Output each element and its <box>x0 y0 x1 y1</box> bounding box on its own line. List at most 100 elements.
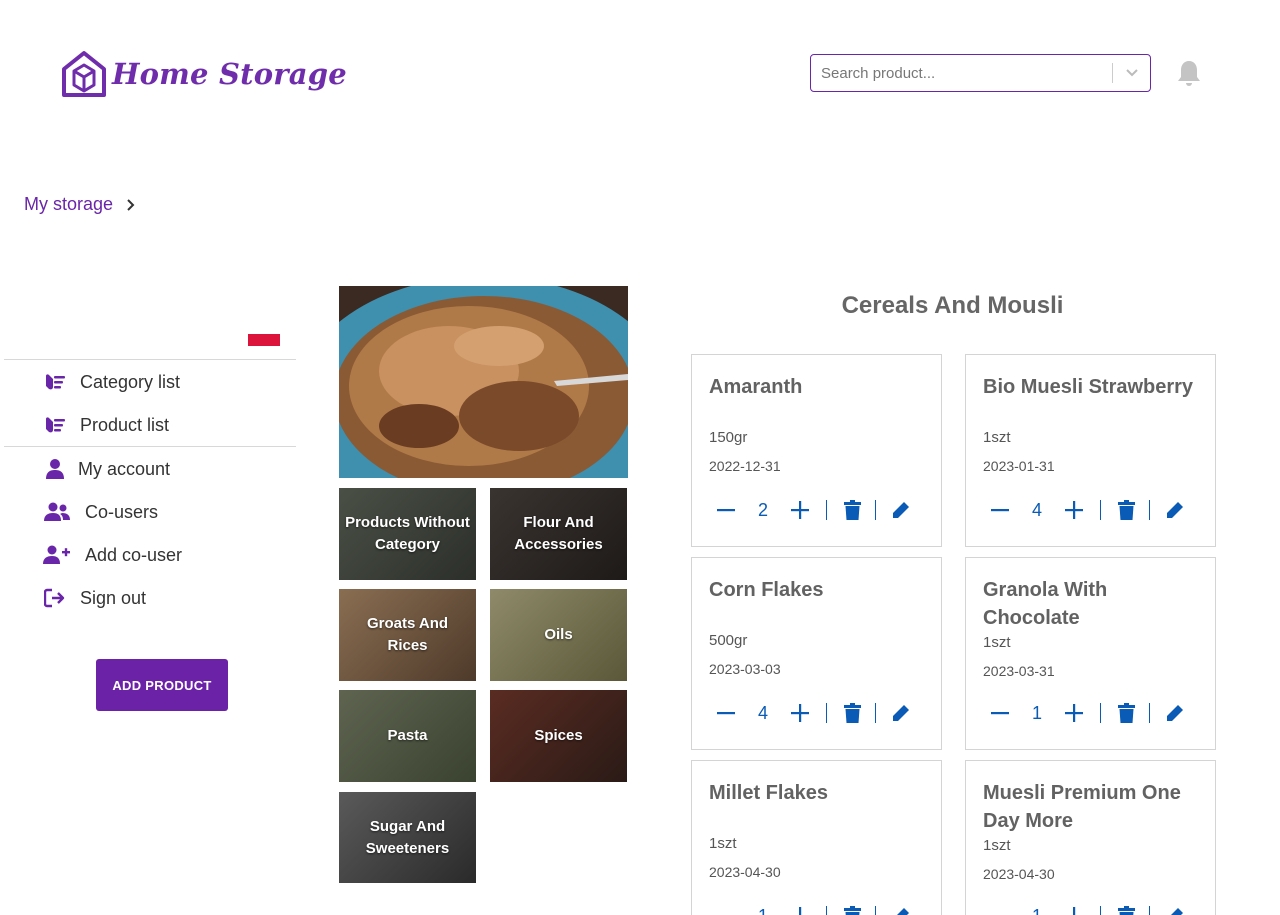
product-name: Millet Flakes <box>709 782 828 804</box>
product-quantity: 1szt <box>983 634 1011 651</box>
product-quantity: 150gr <box>709 429 748 446</box>
category-tile[interactable]: Groats And Rices <box>339 589 476 681</box>
cereal-bowl-image <box>339 286 628 478</box>
category-tile[interactable]: Sugar And Sweeteners <box>339 792 476 883</box>
increase-button[interactable] <box>788 704 812 722</box>
action-separator <box>826 703 827 723</box>
user-icon <box>43 458 67 480</box>
pencil-icon[interactable] <box>1166 501 1184 519</box>
product-name: Granola With Chocolate <box>983 579 1108 629</box>
item-count: 4 <box>1031 499 1042 520</box>
sidebar-item-category-list[interactable]: Category list <box>43 371 180 393</box>
product-date: 2023-01-31 <box>983 458 1055 474</box>
action-separator <box>1149 906 1150 915</box>
sidebar-item-label: Sign out <box>80 587 147 608</box>
pencil-icon[interactable] <box>892 704 910 722</box>
trash-icon[interactable] <box>1117 703 1135 723</box>
pencil-icon[interactable] <box>1166 704 1184 722</box>
product-card: Bio Muesli Strawberry 1szt 2023-01-31 4 <box>965 354 1216 547</box>
house-box-icon <box>62 51 106 97</box>
category-tile[interactable]: Products Without Category <box>339 488 476 580</box>
trash-icon[interactable] <box>843 906 861 915</box>
decrease-button[interactable] <box>714 508 738 512</box>
product-search[interactable] <box>810 54 1151 92</box>
product-quantity: 500gr <box>709 632 748 649</box>
product-date: 2023-04-30 <box>983 866 1055 882</box>
sidebar-item-label: Product list <box>80 414 170 435</box>
search-input[interactable] <box>811 55 1112 91</box>
product-date: 2023-03-31 <box>983 663 1055 679</box>
increase-button[interactable] <box>1062 501 1086 519</box>
action-separator <box>826 906 827 915</box>
pencil-icon[interactable] <box>892 907 910 915</box>
decrease-button[interactable] <box>988 711 1012 715</box>
language-flag[interactable] <box>248 334 280 346</box>
pencil-icon[interactable] <box>892 501 910 519</box>
trash-icon[interactable] <box>843 500 861 520</box>
product-card: Corn Flakes 500gr 2023-03-03 4 <box>691 557 942 750</box>
action-separator <box>1100 703 1101 723</box>
product-name: Corn Flakes <box>709 579 824 601</box>
item-count: 1 <box>738 906 788 915</box>
category-title: Cereals And Mousli <box>841 292 1064 319</box>
category-tile[interactable]: Pasta <box>339 690 476 782</box>
sidebar-item-co-users[interactable]: Co-users <box>43 501 158 523</box>
sidebar-divider <box>4 359 296 360</box>
sidebar-item-sign-out[interactable]: Sign out <box>43 587 146 609</box>
increase-button[interactable] <box>1062 907 1086 915</box>
sidebar-item-label: Add co-user <box>85 544 183 565</box>
item-count: 1 <box>1012 906 1062 915</box>
increase-button[interactable] <box>1062 704 1086 722</box>
pencil-icon[interactable] <box>1166 907 1184 915</box>
product-date: 2023-03-03 <box>709 661 781 677</box>
sidebar-divider <box>4 446 296 447</box>
action-separator <box>1149 703 1150 723</box>
product-date: 2022-12-31 <box>709 458 781 474</box>
action-separator <box>875 500 876 520</box>
item-count: 4 <box>757 702 768 723</box>
category-hero-image <box>339 286 628 478</box>
decrease-button[interactable] <box>714 711 738 715</box>
action-separator <box>1100 906 1101 915</box>
category-tile[interactable]: Flour And Accessories <box>490 488 627 580</box>
product-date: 2023-04-30 <box>709 864 781 880</box>
product-name: Muesli Premium One Day More <box>983 782 1181 832</box>
add-product-button[interactable]: ADD PRODUCT <box>96 659 228 711</box>
hand-list-icon <box>43 414 67 436</box>
product-card: Amaranth 150gr 2022-12-31 2 <box>691 354 942 547</box>
category-tile[interactable]: Spices <box>490 690 627 782</box>
hand-list-icon <box>43 371 67 393</box>
users-icon <box>43 501 71 523</box>
sidebar-item-label: Category list <box>80 371 181 392</box>
product-card: Granola With Chocolate 1szt 2023-03-31 1 <box>965 557 1216 750</box>
action-separator <box>875 906 876 915</box>
decrease-button[interactable] <box>988 508 1012 512</box>
bell-icon[interactable] <box>1177 59 1201 87</box>
sidebar-item-label: Co-users <box>85 501 159 522</box>
sidebar-item-add-co-user[interactable]: Add co-user <box>43 544 182 566</box>
breadcrumb-my-storage[interactable]: My storage <box>24 194 113 215</box>
action-separator <box>826 500 827 520</box>
sidebar-item-product-list[interactable]: Product list <box>43 414 169 436</box>
trash-icon[interactable] <box>1117 906 1135 915</box>
action-separator <box>1100 500 1101 520</box>
product-quantity: 1szt <box>709 835 737 852</box>
app-logo[interactable]: Home Storage <box>60 49 347 99</box>
sidebar-item-my-account[interactable]: My account <box>43 458 170 480</box>
increase-button[interactable] <box>788 501 812 519</box>
sidebar-item-label: My account <box>78 458 171 479</box>
product-quantity: 1szt <box>983 837 1011 854</box>
user-plus-icon <box>43 544 71 566</box>
product-card: Millet Flakes 1szt 2023-04-30 1 <box>691 760 942 915</box>
chevron-down-icon[interactable] <box>1113 55 1150 91</box>
sign-out-icon <box>43 587 67 609</box>
trash-icon[interactable] <box>1117 500 1135 520</box>
trash-icon[interactable] <box>843 703 861 723</box>
category-tile[interactable]: Oils <box>490 589 627 681</box>
chevron-right-icon <box>127 198 135 211</box>
app-title: Home Storage <box>112 57 347 91</box>
product-quantity: 1szt <box>983 429 1011 446</box>
action-separator <box>1149 500 1150 520</box>
increase-button[interactable] <box>788 907 812 915</box>
item-count: 1 <box>1031 702 1042 723</box>
